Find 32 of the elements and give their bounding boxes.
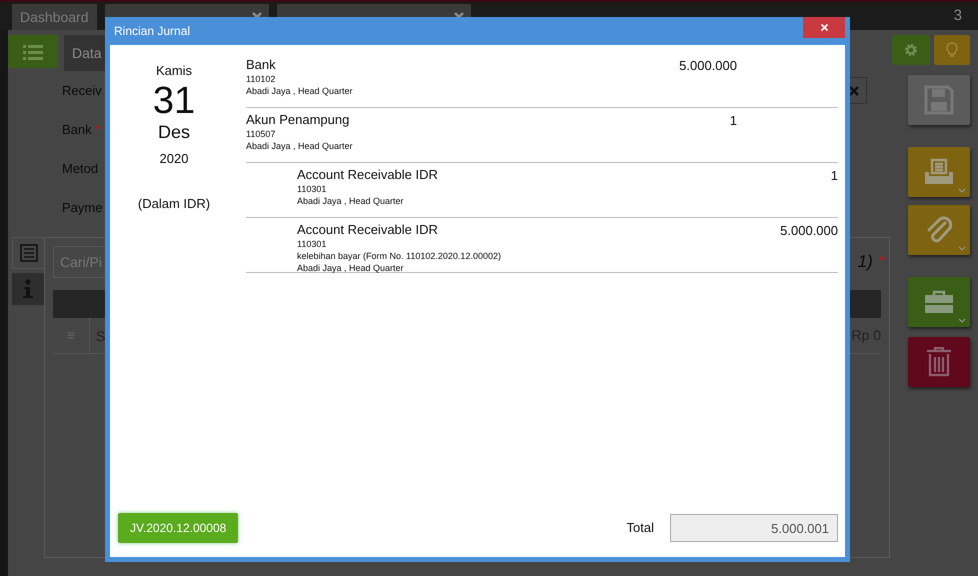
required-marker: * — [878, 252, 885, 272]
tab-count: 3 — [954, 6, 963, 26]
total-label: Total — [626, 519, 654, 538]
amount-value: 5.000.000 — [678, 57, 737, 75]
field-label: Receiv — [62, 82, 102, 100]
day-number: 31 — [152, 80, 196, 120]
branch-text: Abadi Jaya , Head Quarter — [246, 140, 354, 152]
currency-note: (Dalam IDR) — [136, 195, 212, 213]
field-label: Bank — [62, 120, 92, 139]
memo-text: kelebihan bayar (Form No. 110102.2020.12.00002) — [297, 250, 502, 262]
year-label: 2020 — [158, 150, 190, 168]
account-name: Account Receivable IDR — [297, 221, 439, 238]
branch-text: Abadi Jaya , Head Quarter — [297, 195, 405, 207]
month-label: Des — [156, 120, 191, 142]
account-code: 110301 — [297, 183, 328, 195]
field-label: Payme — [62, 198, 102, 217]
amount-value: 1 — [728, 112, 737, 130]
account-code: 110301 — [297, 238, 328, 250]
account-name: Account Receivable IDR — [297, 166, 439, 183]
branch-text: Abadi Jaya , Head Quarter — [297, 262, 405, 274]
account-name: Bank — [246, 56, 277, 73]
weekday-label: Kamis — [154, 62, 194, 80]
count-label: 1) — [858, 251, 873, 274]
branch-text: Abadi Jaya , Head Quarter — [246, 85, 354, 97]
field-label: Metod — [62, 160, 98, 178]
account-code: 110507 — [246, 128, 276, 140]
account-code: 110102 — [246, 73, 276, 85]
dialog-title: Rincian Jurnal — [113, 23, 190, 40]
required-marker: * — [96, 120, 101, 139]
amount-value: 5.000.000 — [779, 222, 838, 240]
account-name: Akun Penampung — [246, 111, 350, 128]
amount-value: 1 — [830, 167, 838, 185]
